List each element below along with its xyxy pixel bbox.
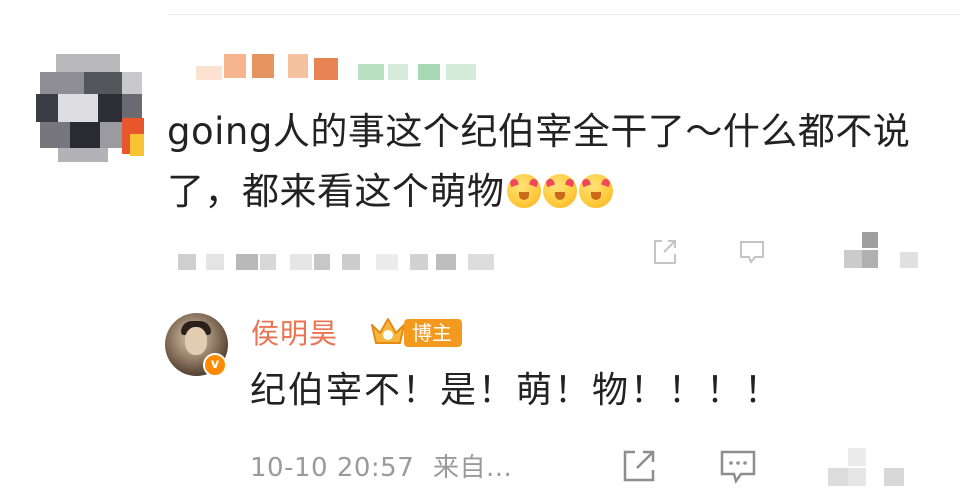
like-icon[interactable] (844, 232, 920, 272)
reply-meta: 10-10 20:57 来自... (250, 448, 512, 488)
top-divider (168, 14, 960, 15)
commenter-name-pixelated[interactable] (196, 54, 496, 84)
comment-meta-pixelated (178, 248, 508, 274)
heart-eyes-emoji-icon (542, 174, 577, 208)
reply-author-name[interactable]: 侯明昊 (251, 316, 338, 352)
like-icon[interactable] (828, 448, 908, 490)
verified-icon: v (203, 353, 227, 377)
comment-icon[interactable] (738, 238, 766, 266)
reply-text: 纪伯宰不！是！萌！物！！！！ (250, 370, 783, 411)
comment-icon[interactable] (719, 448, 757, 486)
role-badge: 博主 (404, 319, 462, 347)
reply-timestamp: 10-10 20:57 (250, 453, 415, 483)
crown-icon (371, 318, 405, 344)
reply-source[interactable]: 来自... (433, 453, 512, 483)
commenter-avatar-pixelated[interactable] (36, 54, 146, 164)
share-icon[interactable] (652, 238, 678, 266)
heart-eyes-emoji-icon (506, 174, 541, 208)
comment-text: going人的事这个纪伯宰全干了～什么都不说了，都来看这个萌物 (167, 102, 937, 222)
heart-eyes-emoji-icon (578, 174, 613, 208)
share-icon[interactable] (621, 448, 657, 484)
